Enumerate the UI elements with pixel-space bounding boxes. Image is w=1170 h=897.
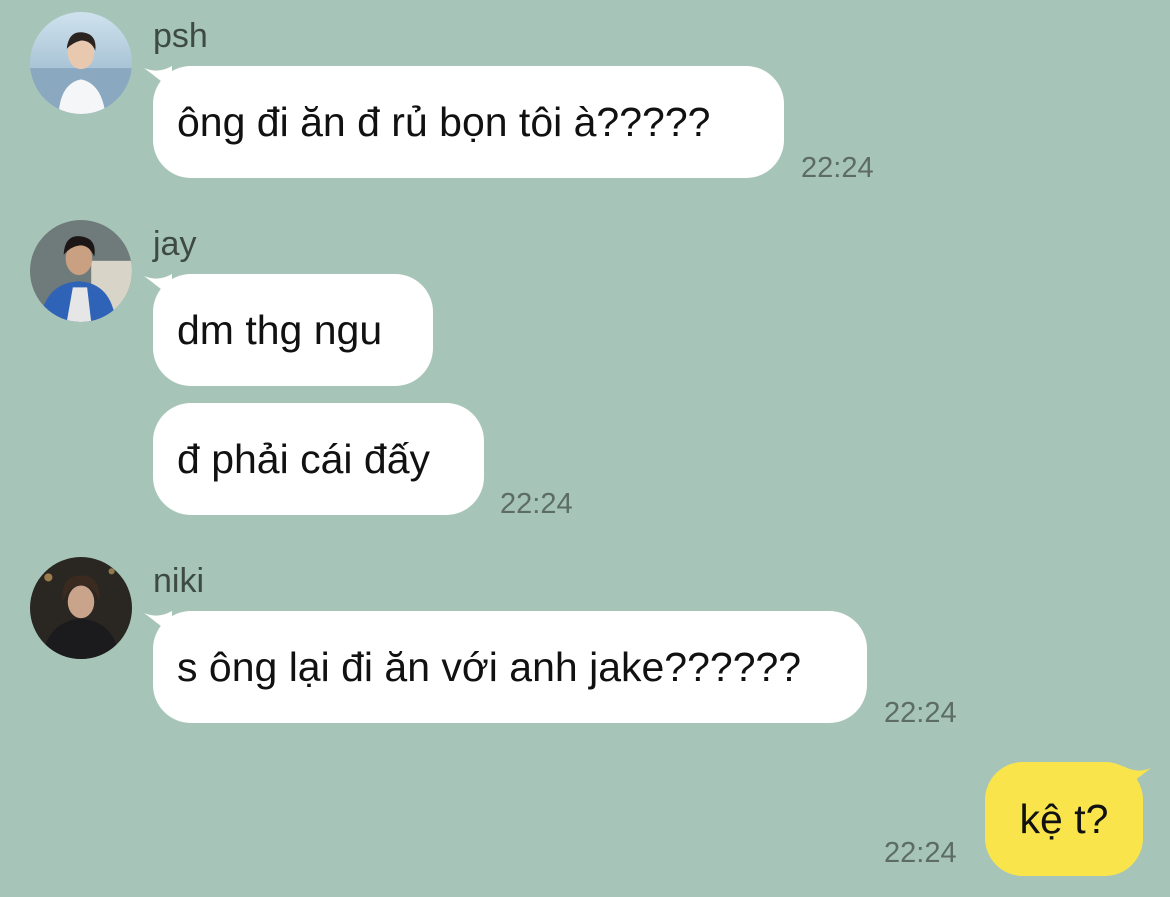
message-timestamp: 22:24 — [884, 837, 957, 869]
profile-photo-niki-icon — [30, 557, 132, 659]
avatar-niki[interactable] — [30, 557, 132, 659]
message-bubble-jay-2[interactable]: đ phải cái đấy — [153, 403, 484, 515]
message-bubble-jay-1[interactable]: dm thg ngu — [153, 274, 433, 386]
chat-thread: psh ông đi ăn đ rủ bọn tôi à????? 22:24 … — [0, 0, 1170, 897]
message-bubble-me[interactable]: kệ t? — [985, 762, 1143, 876]
message-timestamp: 22:24 — [884, 697, 957, 729]
bubble-tail — [1123, 764, 1153, 790]
profile-photo-jay-icon — [30, 220, 132, 322]
message-timestamp: 22:24 — [500, 488, 573, 520]
message-bubble-psh[interactable]: ông đi ăn đ rủ bọn tôi à????? — [153, 66, 784, 178]
profile-photo-psh-icon — [30, 12, 132, 114]
avatar-jay[interactable] — [30, 220, 132, 322]
sender-name-psh: psh — [153, 17, 208, 55]
message-timestamp: 22:24 — [801, 152, 874, 184]
message-bubble-niki[interactable]: s ông lại đi ăn với anh jake?????? — [153, 611, 867, 723]
sender-name-niki: niki — [153, 562, 205, 600]
sender-name-jay: jay — [153, 225, 197, 263]
avatar-psh[interactable] — [30, 12, 132, 114]
